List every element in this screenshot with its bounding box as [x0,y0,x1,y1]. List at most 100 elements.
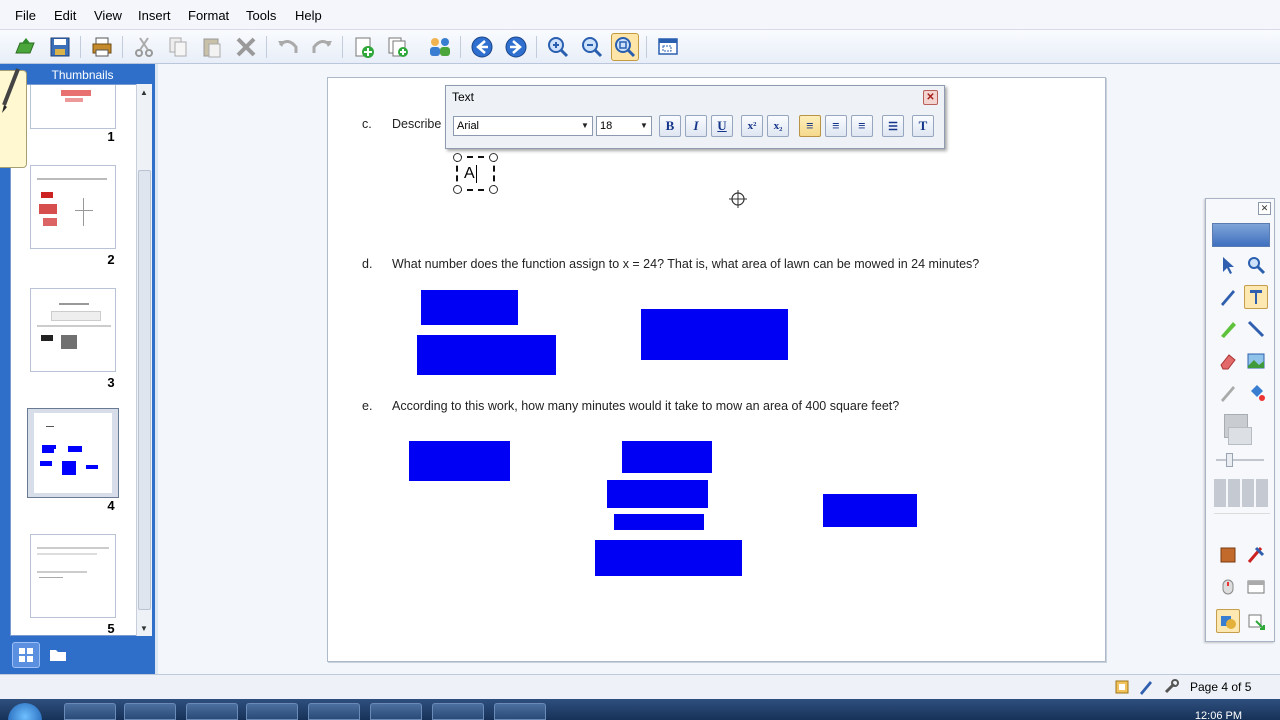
font-size-select[interactable]: 18 ▼ [596,116,652,136]
thumbnail-page-4[interactable] [27,408,119,498]
taskbar-word-icon[interactable] [370,703,422,720]
pen-status-icon[interactable] [1138,679,1154,695]
fill-tool-icon[interactable] [1244,381,1268,405]
slider-thumb[interactable] [1226,453,1233,467]
resize-handle[interactable] [489,153,498,162]
mouse-icon[interactable] [1216,575,1240,599]
align-left-button[interactable]: ≡ [799,115,821,137]
properties-icon[interactable] [1216,543,1240,567]
blue-rectangle[interactable] [607,480,708,508]
italic-button[interactable]: I [685,115,707,137]
forward-icon[interactable] [502,33,530,61]
menu-edit[interactable]: Edit [54,8,76,23]
blue-rectangle[interactable] [622,441,712,473]
thumbnail-page-2[interactable] [30,165,116,249]
print-icon[interactable] [88,33,116,61]
page-canvas[interactable]: c. Describe d. What number does the func… [327,77,1106,662]
taskbar-app-icon[interactable] [308,703,360,720]
paste-icon[interactable] [198,33,226,61]
blue-rectangle[interactable] [421,290,518,325]
eraser-tool-icon[interactable] [1216,349,1240,373]
blue-rectangle[interactable] [409,441,510,481]
menu-help[interactable]: Help [295,8,322,23]
align-center-button[interactable]: ≡ [825,115,847,137]
highlighter-tool-icon[interactable] [1216,317,1240,341]
menu-file[interactable]: File [15,8,36,23]
undo-icon[interactable] [274,33,302,61]
select-tool-icon[interactable] [1216,253,1240,277]
start-button[interactable] [8,703,42,720]
delete-icon[interactable] [232,33,260,61]
thumbnails-tab-icon[interactable] [12,642,40,668]
text-tool-icon[interactable] [1244,285,1268,309]
thickness-slider[interactable] [1216,459,1264,461]
open-icon[interactable] [12,33,40,61]
resize-handle[interactable] [453,185,462,194]
blue-rectangle[interactable] [417,335,556,375]
thumbnail-page-3[interactable] [30,288,116,372]
resize-handle[interactable] [453,153,462,162]
menu-tools[interactable]: Tools [246,8,276,23]
folder-tab-icon[interactable] [44,642,72,668]
taskbar-explorer-icon[interactable] [186,703,238,720]
scroll-down-icon[interactable]: ▼ [140,624,148,633]
font-family-select[interactable]: Arial ▼ [453,116,593,136]
menu-format[interactable]: Format [188,8,229,23]
menu-insert[interactable]: Insert [138,8,171,23]
taskbar-onenote-icon[interactable] [432,703,484,720]
pen-tool-icon[interactable] [1216,285,1240,309]
screen-capture-icon[interactable] [654,33,682,61]
pen-side-tab[interactable] [0,68,27,168]
redo-icon[interactable] [308,33,336,61]
line-tool-icon[interactable] [1244,317,1268,341]
align-right-button[interactable]: ≡ [851,115,873,137]
close-icon[interactable]: ✕ [1258,202,1271,215]
cut-icon[interactable] [130,33,158,61]
blue-rectangle[interactable] [823,494,917,527]
back-icon[interactable] [468,33,496,61]
scroll-up-icon[interactable]: ▲ [140,88,148,97]
magic-pen-icon[interactable] [1244,543,1268,567]
blue-rectangle[interactable] [595,540,742,576]
pen-preview[interactable] [1212,223,1270,247]
zoom-in-icon[interactable] [544,33,572,61]
subscript-button[interactable]: x₂ [767,115,789,137]
text-frame-button[interactable]: T [912,115,934,137]
color-swatch[interactable] [1228,427,1252,445]
screen-shade-icon[interactable] [1244,575,1268,599]
bold-button[interactable]: B [659,115,681,137]
shapes-tool-icon[interactable] [1216,609,1240,633]
blue-rectangle[interactable] [614,514,704,530]
thumbnail-scrollbar[interactable]: ▲ ▼ [136,84,152,636]
resize-handle[interactable] [489,185,498,194]
thumbnail-page-5[interactable] [30,534,116,618]
zoom-tool-icon[interactable] [1244,253,1268,277]
share-icon[interactable] [426,33,454,61]
text-box[interactable]: A [453,153,498,194]
taskbar-app-icon[interactable] [124,703,176,720]
blue-rectangle[interactable] [641,309,788,360]
image-tool-icon[interactable] [1244,349,1268,373]
bullets-button[interactable]: ☰ [882,115,904,137]
taskbar-chrome-icon[interactable] [246,703,298,720]
duplicate-page-icon[interactable] [384,33,412,61]
save-icon[interactable] [46,33,74,61]
tools-status-icon[interactable] [1163,679,1179,695]
page-sorter-icon[interactable] [1114,679,1130,695]
close-icon[interactable]: ✕ [923,90,938,105]
copy-icon[interactable] [164,33,192,61]
text-box-content[interactable]: A [464,165,475,183]
zoom-out-icon[interactable] [578,33,606,61]
menu-view[interactable]: View [94,8,122,23]
line-styles-grid[interactable] [1214,479,1270,507]
scroll-thumb[interactable] [138,170,151,610]
taskbar-ie-icon[interactable] [64,703,116,720]
underline-button[interactable]: U [711,115,733,137]
thumbnail-page-1[interactable] [30,85,116,129]
superscript-button[interactable]: x² [741,115,763,137]
fit-page-icon[interactable] [611,33,639,61]
creative-pen-tool-icon[interactable] [1216,381,1240,405]
taskbar-app-icon[interactable] [494,703,546,720]
export-icon[interactable] [1244,609,1268,633]
add-page-icon[interactable] [350,33,378,61]
